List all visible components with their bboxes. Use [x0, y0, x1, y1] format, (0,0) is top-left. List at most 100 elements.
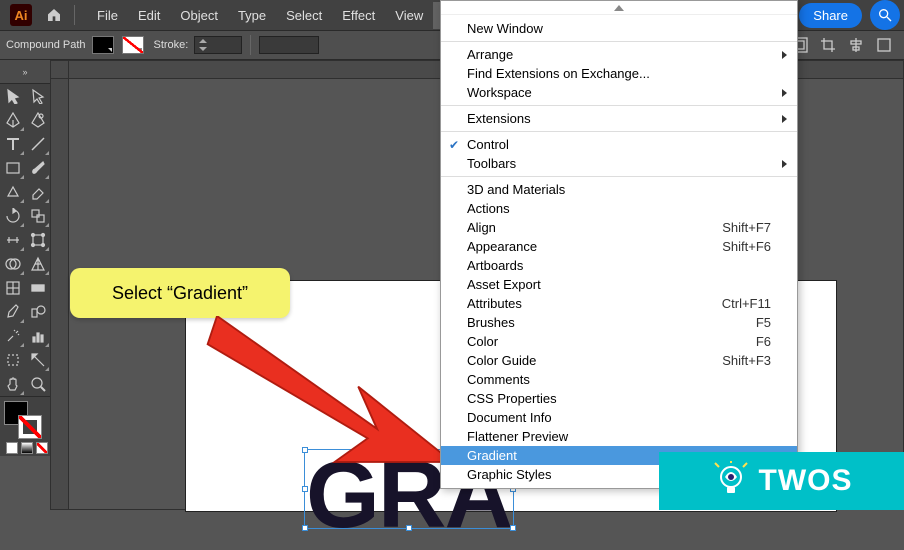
- selection-type-label: Compound Path: [6, 39, 86, 51]
- menu-item-type[interactable]: Type: [228, 2, 276, 29]
- pen-tool[interactable]: [0, 108, 25, 132]
- blend-tool[interactable]: [25, 300, 50, 324]
- menu-item-control[interactable]: Control: [441, 135, 797, 154]
- free-transform-tool[interactable]: [25, 228, 50, 252]
- menu-item-label: CSS Properties: [467, 391, 557, 406]
- fill-stroke-swatches[interactable]: [0, 396, 50, 440]
- menu-item-align[interactable]: AlignShift+F7: [441, 218, 797, 237]
- menu-item-actions[interactable]: Actions: [441, 199, 797, 218]
- submenu-arrow-icon: [782, 89, 787, 97]
- menu-item-workspace[interactable]: Workspace: [441, 83, 797, 102]
- menu-item-label: Gradient: [467, 448, 517, 463]
- watermark-text: TWOS: [759, 464, 853, 498]
- share-button[interactable]: Share: [799, 3, 862, 28]
- gradient-tool[interactable]: [25, 276, 50, 300]
- width-tool[interactable]: [0, 228, 25, 252]
- perspective-tool[interactable]: [25, 252, 50, 276]
- menu-item-artboards[interactable]: Artboards: [441, 256, 797, 275]
- menu-item-asset-export[interactable]: Asset Export: [441, 275, 797, 294]
- menu-item-shortcut: Ctrl+F11: [722, 296, 771, 311]
- setup-icon[interactable]: [875, 36, 893, 54]
- eraser-tool[interactable]: [25, 180, 50, 204]
- menu-item-label: Artboards: [467, 258, 523, 273]
- menu-item-arrange[interactable]: Arrange: [441, 45, 797, 64]
- menu-item-comments[interactable]: Comments: [441, 370, 797, 389]
- menu-item-document-info[interactable]: Document Info: [441, 408, 797, 427]
- menu-item-attributes[interactable]: Attributes Ctrl+F11: [441, 294, 797, 313]
- submenu-arrow-icon: [782, 160, 787, 168]
- paintbrush-tool[interactable]: [25, 156, 50, 180]
- artboard-tool[interactable]: [0, 348, 25, 372]
- menu-item-label: Brushes: [467, 315, 515, 330]
- menu-item-label: Actions: [467, 201, 510, 216]
- stroke-color-switch[interactable]: [18, 415, 42, 439]
- symbol-sprayer-tool[interactable]: [0, 324, 25, 348]
- menu-item-label: Comments: [467, 372, 530, 387]
- instruction-callout: Select “Gradient”: [70, 268, 290, 318]
- search-button[interactable]: [870, 0, 900, 30]
- menu-item-shortcut: Shift+F3: [722, 353, 771, 368]
- shape-builder-tool[interactable]: [0, 252, 25, 276]
- toolbox: »: [0, 60, 50, 456]
- slice-tool[interactable]: [25, 348, 50, 372]
- menu-item-effect[interactable]: Effect: [332, 2, 385, 29]
- menu-item-css-properties[interactable]: CSS Properties: [441, 389, 797, 408]
- menu-item-label: Attributes: [467, 296, 522, 311]
- ruler-corner: [51, 61, 69, 79]
- align-icon[interactable]: [847, 36, 865, 54]
- submenu-arrow-icon: [782, 51, 787, 59]
- fill-mode-gradient[interactable]: [21, 442, 33, 454]
- scale-tool[interactable]: [25, 204, 50, 228]
- line-tool[interactable]: [25, 132, 50, 156]
- home-icon[interactable]: [42, 3, 66, 27]
- menu-item-edit[interactable]: Edit: [128, 2, 170, 29]
- menu-item-color-guide[interactable]: Color Guide Shift+F3: [441, 351, 797, 370]
- menubar-divider: [74, 5, 75, 25]
- type-tool[interactable]: [0, 132, 25, 156]
- search-icon: [877, 7, 893, 23]
- rectangle-tool[interactable]: [0, 156, 25, 180]
- direct-selection-tool[interactable]: [25, 84, 50, 108]
- zoom-tool[interactable]: [25, 372, 50, 396]
- menu-item-file[interactable]: File: [87, 2, 128, 29]
- menu-item-label: Asset Export: [467, 277, 541, 292]
- menu-item-label: Align: [467, 220, 496, 235]
- menu-item-label: New Window: [467, 21, 543, 36]
- toolbox-header[interactable]: »: [0, 60, 50, 84]
- menu-item-3d-and-materials[interactable]: 3D and Materials: [441, 180, 797, 199]
- menu-item-label: Toolbars: [467, 156, 516, 171]
- menu-item-appearance[interactable]: AppearanceShift+F6: [441, 237, 797, 256]
- menu-item-label: Appearance: [467, 239, 537, 254]
- menu-item-new-window[interactable]: New Window: [441, 19, 797, 38]
- menu-item-label: Extensions: [467, 111, 531, 126]
- menu-item-view[interactable]: View: [385, 2, 433, 29]
- fill-swatch[interactable]: [92, 36, 114, 54]
- dropdown-scroll-up[interactable]: [441, 1, 797, 15]
- mesh-tool[interactable]: [0, 276, 25, 300]
- shaper-tool[interactable]: [0, 180, 25, 204]
- menu-item-flattener-preview[interactable]: Flattener Preview: [441, 427, 797, 446]
- menu-item-find-extensions-on-exchange-[interactable]: Find Extensions on Exchange...: [441, 64, 797, 83]
- hand-tool[interactable]: [0, 372, 25, 396]
- stroke-weight-input[interactable]: [194, 36, 242, 54]
- brush-definition-dropdown[interactable]: [259, 36, 319, 54]
- rotate-tool[interactable]: [0, 204, 25, 228]
- watermark: TWOS: [659, 452, 904, 510]
- menu-item-object[interactable]: Object: [170, 2, 228, 29]
- selection-tool[interactable]: [0, 84, 25, 108]
- menu-item-toolbars[interactable]: Toolbars: [441, 154, 797, 173]
- menu-item-select[interactable]: Select: [276, 2, 332, 29]
- fill-mode-none[interactable]: [36, 442, 48, 454]
- crop-icon[interactable]: [819, 36, 837, 54]
- menu-item-label: Color Guide: [467, 353, 536, 368]
- lightbulb-icon: [711, 461, 751, 501]
- fill-mode-color[interactable]: [6, 442, 18, 454]
- menu-item-brushes[interactable]: BrushesF5: [441, 313, 797, 332]
- curvature-tool[interactable]: [25, 108, 50, 132]
- menu-item-color[interactable]: ColorF6: [441, 332, 797, 351]
- graph-tool[interactable]: [25, 324, 50, 348]
- app-icon: Ai: [10, 4, 32, 26]
- menu-item-extensions[interactable]: Extensions: [441, 109, 797, 128]
- stroke-swatch[interactable]: [122, 36, 144, 54]
- eyedropper-tool[interactable]: [0, 300, 25, 324]
